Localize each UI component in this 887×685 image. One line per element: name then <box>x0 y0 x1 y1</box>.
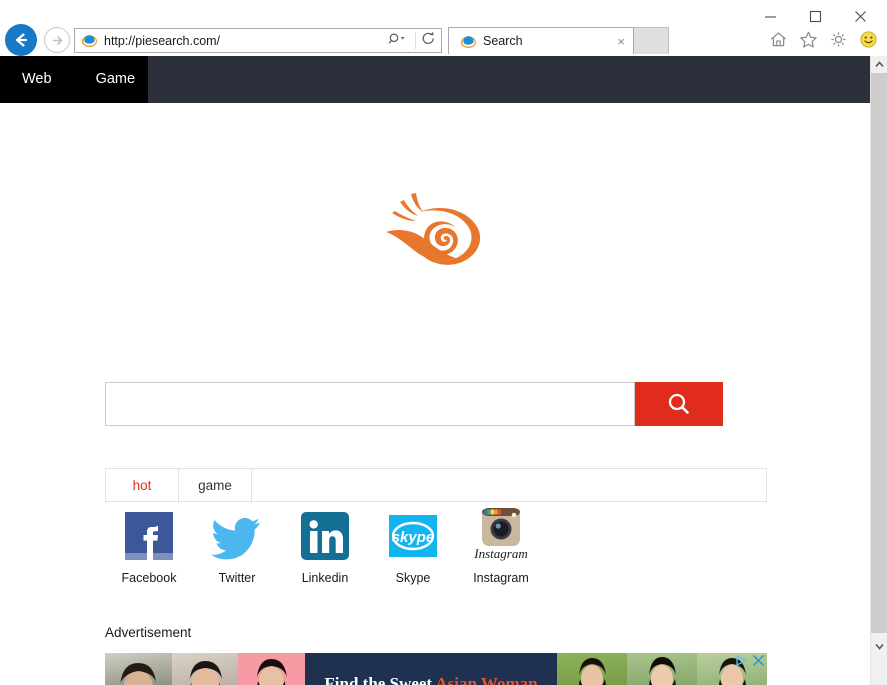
linkedin-icon <box>298 511 352 565</box>
ie-icon <box>79 33 99 48</box>
page-viewport: Web Game hot game Facebook Twitter Linke… <box>0 56 870 685</box>
address-text: http://piesearch.com/ <box>104 33 221 48</box>
search-submit-button[interactable] <box>635 382 723 426</box>
refresh-icon[interactable] <box>421 31 436 51</box>
svg-text:skype: skype <box>392 529 435 546</box>
facebook-icon <box>122 511 176 565</box>
ad-photo-group-right <box>557 653 767 685</box>
shortcut-label: Linkedin <box>301 571 349 585</box>
tab-hot[interactable]: hot <box>106 468 179 503</box>
settings-gear-icon[interactable] <box>827 28 849 50</box>
window-controls <box>748 2 883 30</box>
ad-photo <box>238 653 306 685</box>
shortcut-list: Facebook Twitter Linkedin skype Skype In… <box>105 508 767 585</box>
shortcut-instagram[interactable]: Instagram Instagram <box>457 508 545 585</box>
address-icon-divider <box>415 32 416 49</box>
ad-copy: Find the Sweet Asian Woman You are Meant… <box>305 653 557 685</box>
skype-icon: skype <box>386 511 440 565</box>
shortcut-label: Facebook <box>121 571 177 585</box>
shortcut-label: Twitter <box>218 571 256 585</box>
ad-photo <box>105 653 172 685</box>
ad-photo <box>171 653 239 685</box>
ad-close-icon[interactable] <box>752 654 765 672</box>
search-row <box>105 382 723 426</box>
ad-photo <box>557 653 627 685</box>
twitter-bird-icon <box>210 511 264 565</box>
address-bar[interactable]: http://piesearch.com/ <box>74 28 442 53</box>
shortcut-label: Instagram <box>473 571 529 585</box>
home-icon[interactable] <box>767 28 789 50</box>
browser-tab-search[interactable]: Search × <box>448 27 634 54</box>
svg-text:Instagram: Instagram <box>474 546 528 561</box>
tab-game[interactable]: game <box>179 468 252 503</box>
back-button[interactable] <box>5 24 37 56</box>
ad-photo-group-left <box>105 653 306 685</box>
ad-line-1-prefix: Find the Sweet <box>324 674 436 685</box>
adchoices-icon[interactable] <box>735 654 748 672</box>
ad-line-1-highlight: Asian Woman <box>435 674 538 685</box>
site-nav-items: Web Game <box>0 56 148 103</box>
search-input[interactable] <box>105 382 635 426</box>
page-scrollbar[interactable] <box>870 56 887 685</box>
magnifier-icon <box>668 393 689 414</box>
browser-chrome: http://piesearch.com/ Search × <box>0 0 887 56</box>
scroll-up-icon[interactable] <box>871 56 887 73</box>
instagram-camera-icon: Instagram <box>474 508 528 565</box>
smiley-feedback-icon[interactable] <box>857 28 879 50</box>
shortcut-facebook[interactable]: Facebook <box>105 511 193 585</box>
scroll-down-icon[interactable] <box>871 638 887 655</box>
shortcut-skype[interactable]: skype Skype <box>369 511 457 585</box>
favorites-star-icon[interactable] <box>797 28 819 50</box>
address-bar-icons <box>388 31 441 51</box>
site-navbar: Web Game <box>0 56 870 103</box>
nav-item-web[interactable]: Web <box>8 56 66 103</box>
scrollbar-thumb[interactable] <box>871 73 887 633</box>
ad-photo <box>627 653 697 685</box>
tab-strip: Search × <box>448 27 669 54</box>
nav-item-game[interactable]: Game <box>82 56 150 103</box>
shortcut-linkedin[interactable]: Linkedin <box>281 511 369 585</box>
browser-window: http://piesearch.com/ Search × Web Game … <box>0 0 887 685</box>
ie-icon <box>458 34 478 49</box>
advertisement-banner[interactable]: Find the Sweet Asian Woman You are Meant… <box>105 653 767 685</box>
minimize-icon[interactable] <box>748 3 793 29</box>
search-caret-icon[interactable] <box>388 31 410 51</box>
maximize-icon[interactable] <box>793 3 838 29</box>
ad-choices-controls <box>735 654 765 672</box>
shortcut-label: Skype <box>395 571 431 585</box>
new-tab-button[interactable] <box>634 27 669 54</box>
shortcut-twitter[interactable]: Twitter <box>193 511 281 585</box>
forward-button[interactable] <box>44 27 70 53</box>
piesearch-eye-logo-svg <box>386 193 481 265</box>
close-icon[interactable] <box>838 3 883 29</box>
tab-title: Search <box>483 34 523 48</box>
tab-close-icon[interactable]: × <box>614 34 628 49</box>
command-bar <box>767 28 879 50</box>
site-logo[interactable] <box>0 192 870 268</box>
content-tabs: hot game <box>105 468 767 503</box>
advertisement-heading: Advertisement <box>105 625 192 640</box>
ad-line-1: Find the Sweet Asian Woman <box>324 672 537 685</box>
